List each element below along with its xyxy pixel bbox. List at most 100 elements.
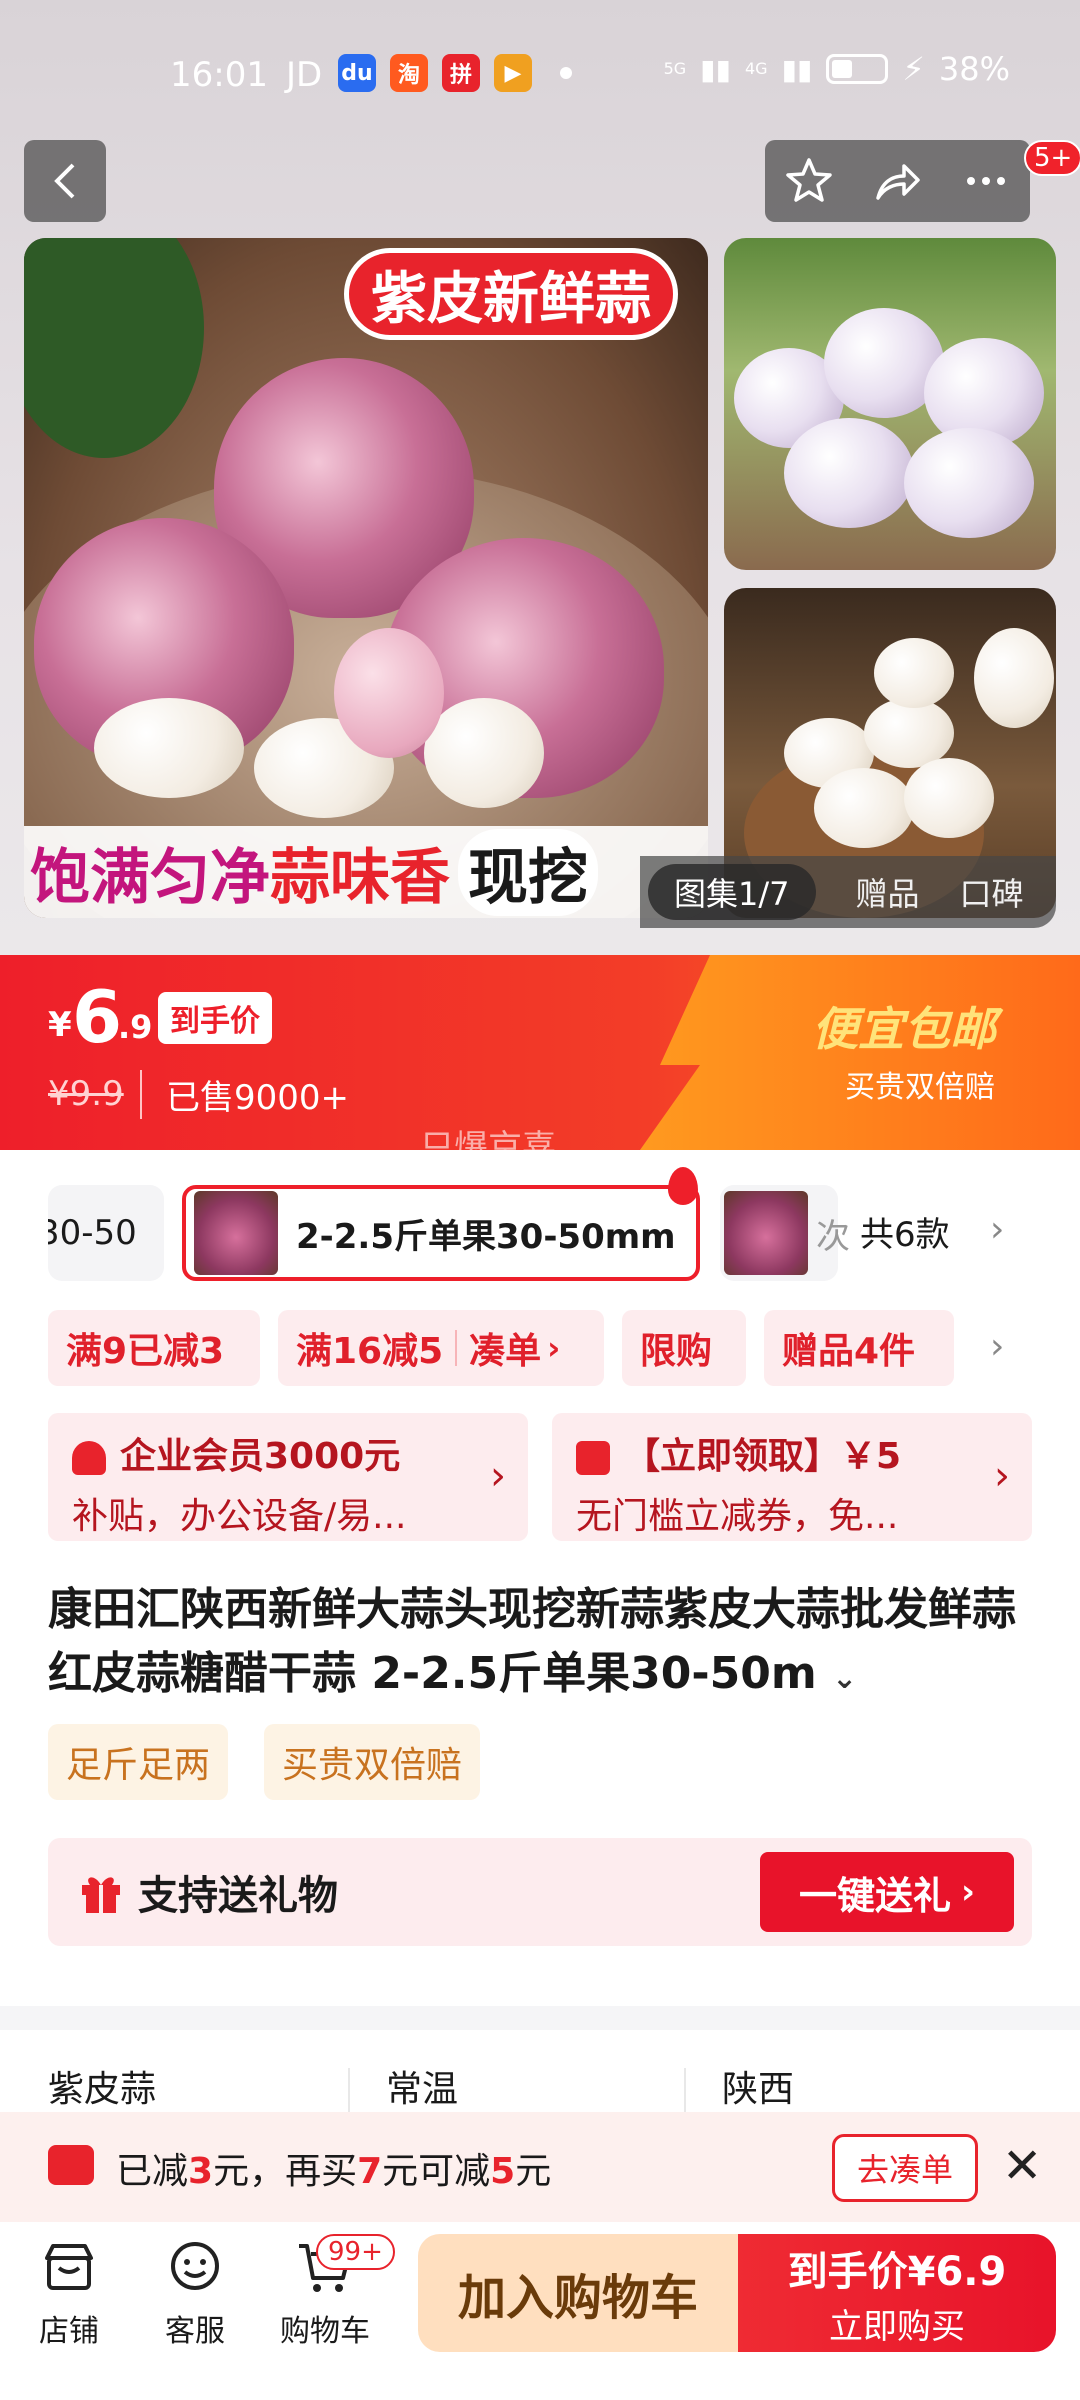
send-gift-button[interactable]: 一键送礼 › — [760, 1852, 1014, 1932]
video-app-icon: ▶ — [494, 54, 532, 92]
back-button[interactable] — [24, 140, 106, 222]
signal-5g-icon: 5G — [663, 59, 687, 78]
promo-text-a: 已减 — [116, 2151, 189, 2192]
customer-service-label: 客服 — [165, 2314, 225, 2349]
product-title-text: 康田汇陕西新鲜大蒜头现挖新蒜紫皮大蒜批发鲜蒜红皮蒜糖醋干蒜 2-2.5斤单果30… — [48, 1584, 1016, 1699]
close-icon[interactable]: ✕ — [1002, 2138, 1042, 2194]
chevron-right-icon: › — [547, 1329, 561, 1367]
add-on-items-button[interactable]: 去凑单 — [832, 2134, 978, 2202]
chevron-right-icon: › — [490, 1453, 506, 1499]
bottom-action-bar: 店铺 客服 购物车 99+ 加入购物车 到手价¥6.9 立即购买 — [0, 2222, 1080, 2400]
spec-storage: 常温 — [386, 2069, 459, 2110]
promo-headline: 紫皮新鲜蒜 — [344, 248, 678, 340]
tab-review[interactable]: 口碑 — [960, 869, 1024, 915]
tag-price-guarantee: 买贵双倍赔 — [264, 1724, 481, 1800]
coupon-chip-1-label: 满9已减3 — [66, 1331, 225, 1372]
cart-label: 购物车 — [280, 2314, 370, 2349]
garlic-bulb — [974, 628, 1054, 728]
baidu-app-icon: du — [338, 54, 376, 92]
coupon-icon — [48, 2145, 94, 2185]
more-icon[interactable] — [961, 156, 1011, 206]
variant-selected-label: 2-2.5斤单果30-50mm — [296, 1216, 676, 1257]
add-to-cart-button[interactable]: 加入购物车 — [418, 2234, 738, 2352]
coupon-chip-4[interactable]: 赠品4件 — [764, 1310, 954, 1386]
promo-value-1: 3 — [188, 2151, 214, 2192]
free-shipping-label: 便宜包邮 — [812, 1002, 996, 1056]
signal-4g-icon: 4G — [745, 59, 768, 78]
variant-thumbnail — [194, 1191, 278, 1275]
benefit-coupon-line2: 无门槛立减券，免... — [576, 1496, 899, 1537]
share-icon[interactable] — [872, 156, 922, 206]
chip-separator — [455, 1330, 458, 1366]
price-currency: ¥ — [48, 1005, 72, 1045]
gift-bar: 支持送礼物 一键送礼 › — [48, 1838, 1032, 1946]
gift-text: 支持送礼物 — [138, 1873, 338, 1919]
variant-count[interactable]: 共6款 — [860, 1207, 950, 1256]
benefit-enterprise-line1: 企业会员3000元 — [120, 1436, 401, 1477]
promo-slogan: 饱满匀净 蒜味香 现挖 — [24, 826, 708, 918]
garlic-clove — [424, 698, 544, 808]
gallery-thumbnail-1[interactable] — [724, 238, 1056, 570]
customer-service-button[interactable]: 客服 — [140, 2238, 250, 2350]
chat-smile-icon — [171, 2242, 219, 2290]
variant-next-label: 次 — [816, 1216, 850, 1257]
promo-value-2: 7 — [357, 2151, 383, 2192]
spec-row[interactable]: 紫皮蒜 常温 陕西 — [0, 2060, 1080, 2112]
variant-selector: 30-50 2-2.5斤单果30-50mm 次 共6款 › — [0, 1167, 1080, 1281]
promo-slogan-b: 蒜味香 — [270, 842, 450, 913]
signal-bars-icon-2: ▮▮ — [781, 52, 813, 86]
variant-option-prev[interactable]: 30-50 — [48, 1185, 164, 1281]
variant-option-next[interactable]: 次 — [720, 1185, 850, 1281]
garlic-clove — [814, 768, 914, 848]
product-title[interactable]: 康田汇陕西新鲜大蒜头现挖新蒜紫皮大蒜批发鲜蒜红皮蒜糖醋干蒜 2-2.5斤单果30… — [48, 1578, 1038, 1711]
main-product-image[interactable]: 紫皮新鲜蒜 饱满匀净 蒜味香 现挖 — [24, 238, 708, 918]
battery-icon — [826, 54, 889, 84]
coupon-chip-2-action: 凑单 — [469, 1331, 542, 1372]
benefit-card-enterprise[interactable]: 企业会员3000元 补贴，办公设备/易... › — [48, 1413, 528, 1541]
chevron-right-icon[interactable]: › — [990, 1326, 1004, 1367]
original-price: ¥9.9 — [48, 1074, 124, 1114]
benefit-card-coupon-title: 【立即领取】￥5 — [576, 1427, 1008, 1479]
benefit-card-coupon[interactable]: 【立即领取】￥5 无门槛立减券，免... › — [552, 1413, 1032, 1541]
status-carrier: JD — [286, 55, 323, 95]
buy-now-price: 到手价¥6.9 — [787, 2248, 1007, 2295]
tag-full-weight: 足斤足两 — [48, 1724, 229, 1800]
store-button[interactable]: 店铺 — [14, 2238, 124, 2350]
garlic-bulb — [784, 418, 914, 528]
spec-variety: 紫皮蒜 — [48, 2069, 157, 2110]
discount-promo-bar: 已减3元，再买7元可减5元 去凑单 ✕ — [0, 2112, 1080, 2222]
promo-text-d: 元 — [515, 2151, 552, 2192]
tab-gift[interactable]: 赠品 — [856, 869, 920, 915]
chevron-right-icon[interactable]: › — [990, 1209, 1004, 1250]
taobao-app-icon: 淘 — [390, 54, 428, 92]
tab-gallery[interactable]: 图集1/7 — [648, 864, 816, 920]
promo-value-3: 5 — [490, 2151, 516, 2192]
final-price-tag: 到手价 — [158, 992, 272, 1044]
coupon-chip-2[interactable]: 满16减5 凑单 › — [278, 1310, 604, 1386]
promo-slogan-c: 现挖 — [458, 828, 598, 916]
coupon-chip-1[interactable]: 满9已减3 — [48, 1310, 260, 1386]
coupon-chip-4-label: 赠品4件 — [782, 1331, 916, 1372]
user-icon — [72, 1441, 106, 1475]
variant-option-selected[interactable]: 2-2.5斤单果30-50mm — [182, 1185, 700, 1281]
spec-origin: 陕西 — [722, 2069, 795, 2110]
section-divider — [0, 2006, 1080, 2030]
garlic-clove — [904, 758, 994, 838]
sold-count: 已售9000+ — [140, 1070, 349, 1119]
coupon-chip-2-label: 满16减5 — [296, 1331, 444, 1372]
expand-chevron-icon[interactable]: ⌄ — [832, 1661, 857, 1696]
brand-watermark: 只爆京喜 — [420, 1128, 556, 1168]
coupon-chip-3-label: 限购 — [640, 1331, 713, 1372]
favorite-star-icon[interactable] — [784, 156, 834, 206]
benefit-card-enterprise-title: 企业会员3000元 — [72, 1427, 504, 1479]
variant-prev-label: 30-50 — [48, 1213, 137, 1253]
send-gift-label: 一键送礼 — [798, 1873, 951, 1918]
gallery-tabs: 图集1/7 赠品 口碑 — [640, 856, 1056, 928]
pinduoduo-app-icon: 拼 — [442, 54, 480, 92]
variant-thumbnail — [724, 1191, 808, 1275]
buy-now-button[interactable]: 到手价¥6.9 立即购买 — [738, 2234, 1056, 2352]
coupon-chip-3[interactable]: 限购 — [622, 1310, 746, 1386]
promo-slogan-a: 饱满匀净 — [30, 842, 270, 913]
discount-promo-text: 已减3元，再买7元可减5元 — [116, 2142, 551, 2194]
garlic-clove — [864, 698, 954, 768]
